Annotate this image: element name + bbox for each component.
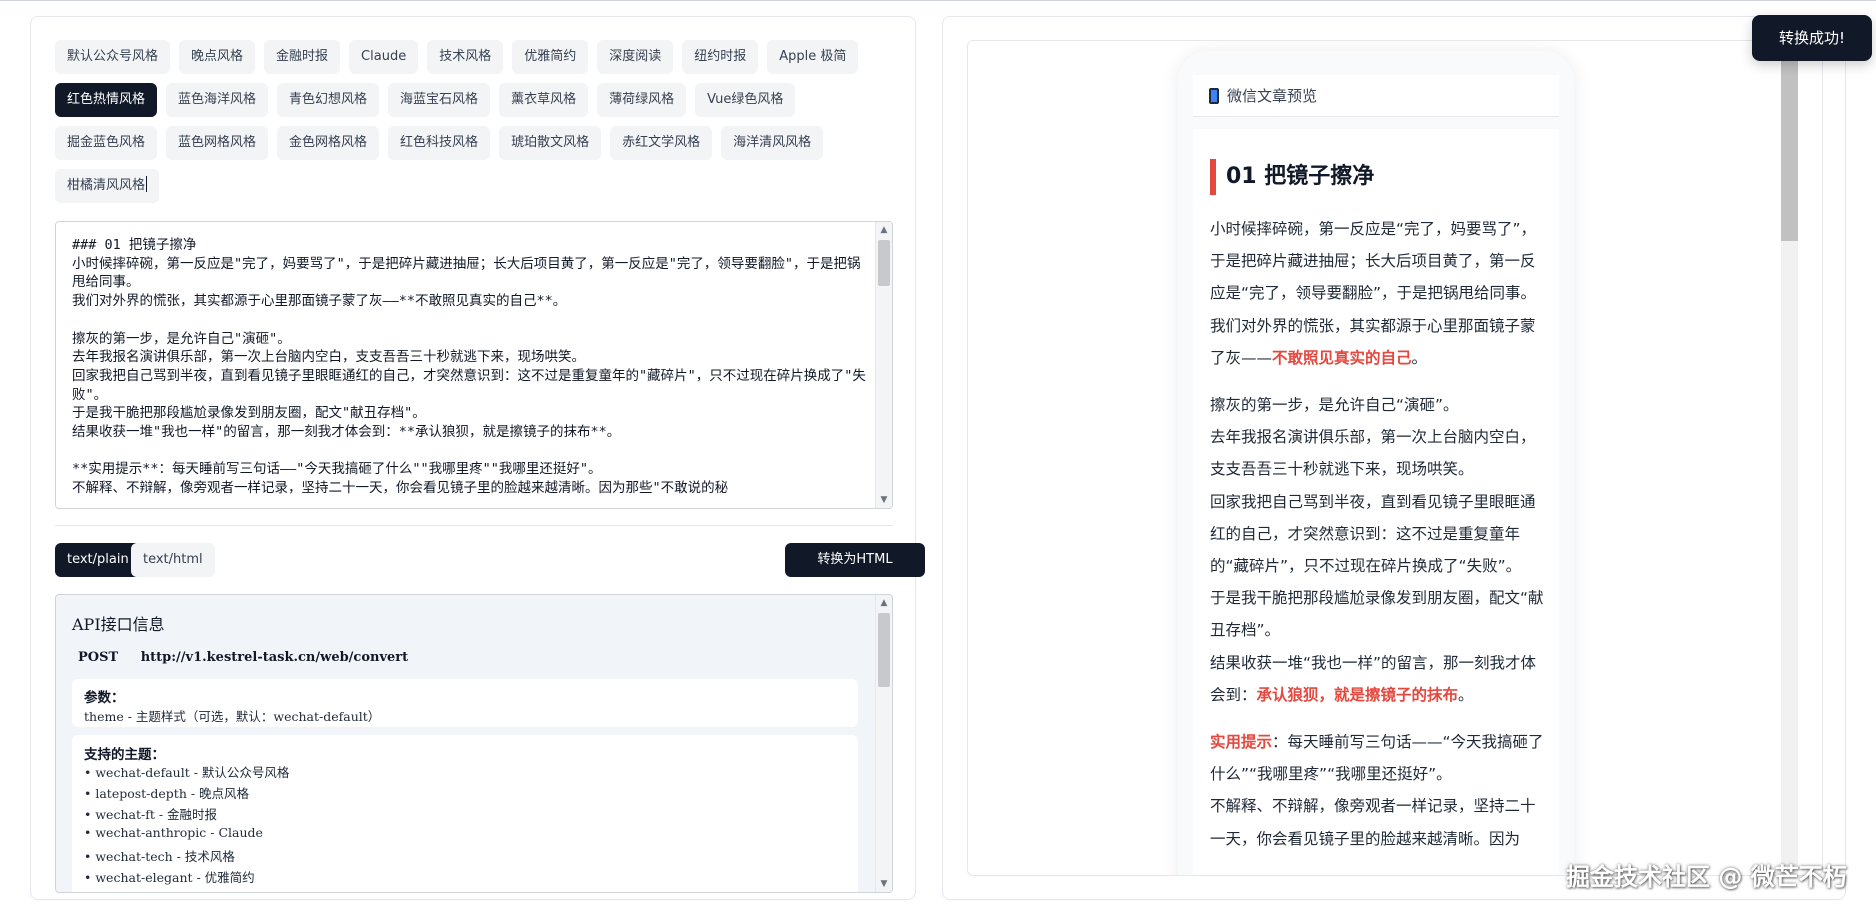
api-theme-line: • wechat-ft - 金融时报 bbox=[84, 807, 218, 822]
highlight-text: 承认狼狈，就是擦镜子的抹布 bbox=[1256, 685, 1459, 704]
api-theme-line: • latepost-depth - 晚点风格 bbox=[84, 786, 250, 801]
editor-panel: 默认公众号风格 晚点风格 金融时报 Claude 技术风格 优雅简约 深度阅读 纽约时报 App… bbox=[30, 16, 925, 900]
theme-button[interactable]: 蓝色网格风格 bbox=[166, 126, 269, 160]
scroll-thumb[interactable] bbox=[878, 240, 890, 286]
preview-frame: 微信文章预览 01 把镜子擦净 小时候摔碎碗，第一反应是“完了，妈要骂了”，于是… bbox=[967, 40, 1823, 876]
theme-button[interactable]: 海蓝宝石风格 bbox=[388, 83, 491, 117]
theme-selector: 默认公众号风格 晚点风格 金融时报 Claude 技术风格 优雅简约 深度阅读 纽约时报 App… bbox=[55, 40, 895, 203]
theme-button[interactable]: 柑橘清风风格 bbox=[55, 169, 160, 203]
api-themes-title: 支持的主题： bbox=[84, 747, 165, 763]
theme-button[interactable]: 优雅简约 bbox=[512, 40, 589, 74]
theme-button[interactable]: 青色幻想风格 bbox=[277, 83, 380, 117]
scroll-up-arrow-icon[interactable]: ▲ bbox=[876, 595, 892, 611]
theme-button[interactable]: 晚点风格 bbox=[179, 40, 256, 74]
theme-button[interactable]: 薰衣草风格 bbox=[499, 83, 589, 117]
theme-button[interactable]: 金融时报 bbox=[264, 40, 341, 74]
watermark: 掘金技术社区 @ 微芒不朽 bbox=[1566, 863, 1847, 891]
markdown-editor[interactable]: ### 01 把镜子擦净 小时候摔碎碗，第一反应是"完了，妈要骂了"，于是把碎片… bbox=[55, 221, 893, 509]
api-scrollbar[interactable]: ▲ ▼ bbox=[875, 595, 892, 892]
theme-button[interactable]: 金色网格风格 bbox=[277, 126, 380, 160]
theme-button[interactable]: 掘金蓝色风格 bbox=[55, 126, 158, 160]
article-paragraph: 结果收获一堆“我也一样”的留言，那一刻我才体会到：承认狼狈，就是擦镜子的抹布。 bbox=[1210, 653, 1537, 704]
theme-button[interactable]: Apple 极简 bbox=[767, 40, 859, 74]
article-paragraph: 小时候摔碎碗，第一反应是“完了，妈要骂了”，于是把碎片藏进抽屉；长大后项目黄了，… bbox=[1210, 220, 1537, 303]
theme-button[interactable]: 红色科技风格 bbox=[388, 126, 491, 160]
article-paragraph: 实用提示：每天睡前写三句话——“今天我搞砸了什么”“我哪里疼”“我哪里还挺好”。 bbox=[1210, 733, 1544, 784]
theme-button[interactable]: Vue绿色风格 bbox=[695, 83, 796, 117]
article-paragraph: 回家我把自己骂到半夜，直到看见镜子里眼眶通红的自己，才突然意识到：这不过是重复童… bbox=[1210, 492, 1536, 576]
api-url: http://v1.kestrel-task.cn/web/convert bbox=[140, 650, 409, 665]
theme-button[interactable]: Claude bbox=[349, 40, 419, 74]
divider bbox=[55, 525, 893, 526]
api-theme-line: • wechat-tech - 技术风格 bbox=[84, 849, 235, 864]
mime-text-html-button[interactable]: text/html bbox=[131, 543, 215, 577]
api-params-title: 参数： bbox=[84, 690, 125, 706]
theme-button[interactable]: 海洋清风风格 bbox=[721, 126, 824, 160]
highlight-text: 不敢照见真实的自己 bbox=[1272, 348, 1412, 367]
preview-panel: 微信文章预览 01 把镜子擦净 小时候摔碎碗，第一反应是“完了，妈要骂了”，于是… bbox=[942, 16, 1846, 900]
article-paragraph: 去年我报名演讲俱乐部，第一次上台脑内空白，支支吾吾三十秒就逃下来，现场哄笑。 bbox=[1210, 428, 1536, 479]
editor-scrollbar[interactable]: ▲ ▼ bbox=[875, 222, 892, 508]
text-cursor bbox=[146, 176, 148, 192]
theme-button[interactable]: 技术风格 bbox=[427, 40, 504, 74]
scroll-up-arrow-icon[interactable]: ▲ bbox=[876, 222, 892, 238]
article-content: 01 把镜子擦净 小时候摔碎碗，第一反应是“完了，妈要骂了”，于是把碎片藏进抽屉… bbox=[1210, 129, 1546, 870]
theme-button[interactable]: 琥珀散文风格 bbox=[499, 126, 602, 160]
article-heading: 01 把镜子擦净 bbox=[1210, 159, 1546, 195]
api-theme-line: • wechat-elegant - 优雅简约 bbox=[84, 870, 255, 885]
article-paragraph: 我们对外界的慌张，其实都源于心里那面镜子蒙了灰——不敢照见真实的自己。 bbox=[1210, 316, 1536, 367]
convert-to-html-button[interactable]: 转换为HTML bbox=[785, 543, 925, 577]
theme-button[interactable]: 深度阅读 bbox=[597, 40, 674, 74]
theme-button[interactable]: 红色热情风格 bbox=[55, 83, 158, 117]
preview-header-title: 微信文章预览 bbox=[1227, 87, 1318, 105]
api-theme-line: • wechat-default - 默认公众号风格 bbox=[84, 765, 290, 780]
theme-button[interactable]: 赤红文学风格 bbox=[610, 126, 713, 160]
phone-icon bbox=[1209, 88, 1219, 104]
phone-header: 微信文章预览 bbox=[1193, 75, 1559, 117]
markdown-editor-text[interactable]: ### 01 把镜子擦净 小时候摔碎碗，第一反应是"完了，妈要骂了"，于是把碎片… bbox=[72, 236, 867, 498]
article-paragraph: 于是我干脆把那段尴尬录像发到朋友圈，配文“献丑存档”。 bbox=[1210, 589, 1544, 640]
article-paragraph: 擦灰的第一步，是允许自己“演砸”。 bbox=[1210, 396, 1459, 415]
api-themes-card: 支持的主题： • wechat-default - 默认公众号风格 • late… bbox=[72, 735, 858, 892]
success-toast: 转换成功! bbox=[1752, 15, 1872, 61]
highlight-text: 实用提示 bbox=[1210, 733, 1273, 752]
article-paragraph: 不解释、不辩解，像旁观者一样记录，坚持二十一天，你会看见镜子里的脸越来越清晰。因… bbox=[1210, 797, 1536, 848]
api-params-line: theme - 主题样式（可选，默认：wechat-default） bbox=[84, 709, 381, 724]
api-info-panel: API接口信息 POST http://v1.kestrel-task.cn/w… bbox=[55, 594, 893, 893]
mime-text-plain-button[interactable]: text/plain bbox=[55, 543, 141, 577]
api-params-card: 参数： theme - 主题样式（可选，默认：wechat-default） bbox=[72, 679, 858, 727]
article-preview: 01 把镜子擦净 小时候摔碎碗，第一反应是“完了，妈要骂了”，于是把碎片藏进抽屉… bbox=[1193, 129, 1559, 875]
window-top-border bbox=[0, 0, 1876, 1]
theme-button[interactable]: 默认公众号风格 bbox=[55, 40, 171, 74]
scroll-thumb[interactable] bbox=[878, 613, 890, 687]
scroll-down-arrow-icon[interactable]: ▼ bbox=[876, 876, 892, 892]
scroll-thumb[interactable] bbox=[1781, 51, 1798, 241]
api-theme-line: • wechat-anthropic - Claude bbox=[84, 825, 263, 840]
api-method: POST bbox=[78, 650, 119, 665]
api-endpoint: POST http://v1.kestrel-task.cn/web/conve… bbox=[78, 650, 408, 665]
scroll-down-arrow-icon[interactable]: ▼ bbox=[876, 492, 892, 508]
theme-button[interactable]: 薄荷绿风格 bbox=[597, 83, 687, 117]
theme-button[interactable]: 纽约时报 bbox=[682, 40, 759, 74]
theme-button[interactable]: 蓝色海洋风格 bbox=[166, 83, 269, 117]
api-info-title: API接口信息 bbox=[72, 615, 165, 634]
preview-scrollbar[interactable] bbox=[1781, 41, 1798, 875]
